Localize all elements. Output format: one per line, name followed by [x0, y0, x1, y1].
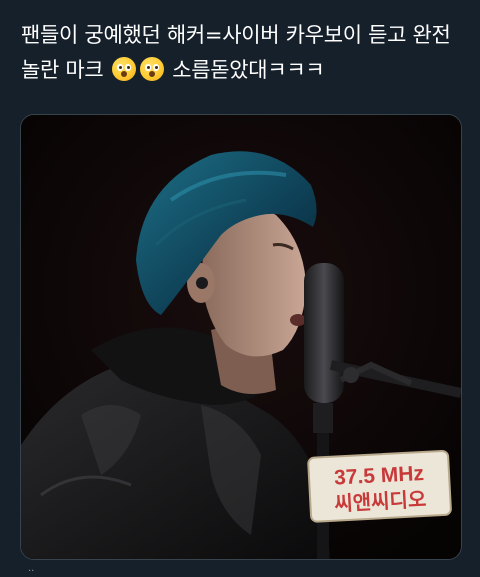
badge-station: 씨앤씨디오	[334, 487, 427, 516]
microphone	[304, 263, 344, 403]
tweet-text: 팬들이 궁예했던 해커=사이버 카우보이 듣고 완전 놀란 마크 소름돋았대ㅋㅋ…	[21, 18, 461, 88]
radio-station-badge: 37.5 MHz 씨앤씨디오	[307, 449, 452, 523]
in-ear-monitor	[196, 277, 208, 289]
tweet-media-image[interactable]: 37.5 MHz 씨앤씨디오	[20, 114, 462, 560]
tweet-text-part2: 소름돋았대ㅋㅋㅋ	[165, 58, 325, 82]
badge-frequency: 37.5 MHz	[334, 462, 425, 490]
astonished-face-icon	[111, 57, 136, 81]
photo-scene: 37.5 MHz 씨앤씨디오	[21, 115, 461, 559]
astonished-face-icon	[139, 57, 164, 81]
footer-hint: ··	[28, 566, 35, 577]
